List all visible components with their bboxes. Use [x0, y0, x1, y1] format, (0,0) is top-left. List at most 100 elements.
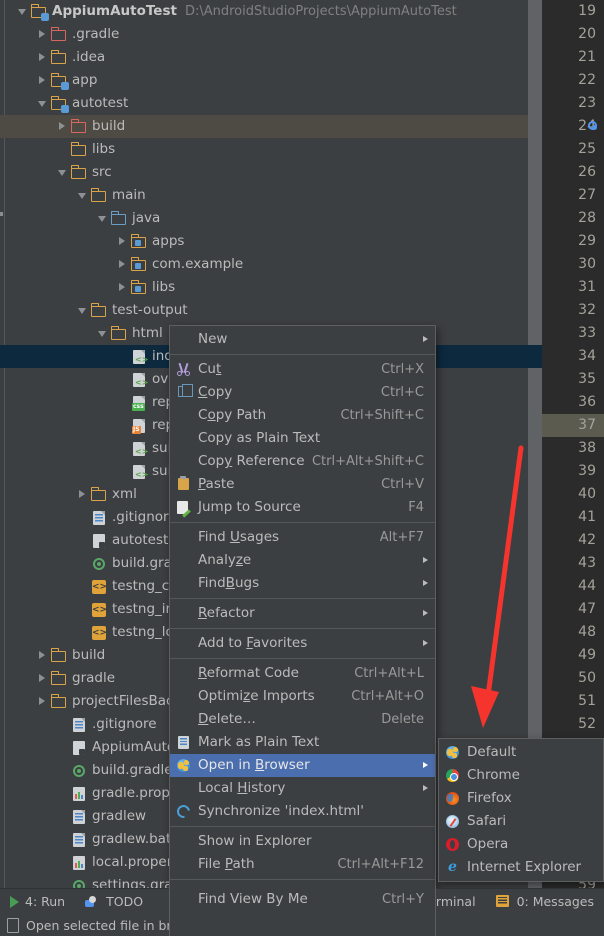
- chevron-down-icon[interactable]: [58, 168, 67, 177]
- menu-item-paste[interactable]: PasteCtrl+V: [170, 473, 435, 496]
- tree-item-autotest[interactable]: autotest: [0, 92, 528, 115]
- tree-root-row[interactable]: AppiumAutoTest D:\AndroidStudioProjects\…: [0, 0, 528, 23]
- tree-item-test-output[interactable]: test-output: [0, 299, 528, 322]
- folder-icon: [91, 487, 107, 503]
- menu-icon-placeholder: [175, 453, 192, 470]
- line-number: 37: [536, 414, 596, 437]
- text-file-icon: [71, 717, 87, 733]
- tree-item-label: apps: [152, 230, 184, 253]
- menu-item-file-path[interactable]: File PathCtrl+Alt+F12: [170, 853, 435, 876]
- menu-icon-placeholder: [175, 575, 192, 592]
- tree-item-java[interactable]: java: [0, 207, 528, 230]
- chevron-right-icon[interactable]: [78, 490, 87, 499]
- chevron-down-icon[interactable]: [38, 99, 47, 108]
- todo-icon: [85, 894, 100, 909]
- menu-item-reformat-code[interactable]: Reformat CodeCtrl+Alt+L: [170, 662, 435, 685]
- testng-file-icon: <>: [91, 579, 107, 595]
- line-number: 26: [536, 161, 596, 184]
- menu-item-find-view-by-me[interactable]: Find View By MeCtrl+Y: [170, 888, 435, 911]
- menu-item-new[interactable]: New: [170, 328, 435, 351]
- tree-spacer: [58, 812, 67, 821]
- menu-item-findbugs[interactable]: FindBugs: [170, 572, 435, 595]
- chevron-right-icon[interactable]: [118, 283, 127, 292]
- line-number: 36: [536, 391, 596, 414]
- chevron-right-icon[interactable]: [118, 260, 127, 269]
- html-file-icon: <>: [131, 441, 147, 457]
- tree-item-src[interactable]: src: [0, 161, 528, 184]
- menu-item-copy-as-plain-text[interactable]: Copy as Plain Text: [170, 427, 435, 450]
- chevron-right-icon[interactable]: [38, 697, 47, 706]
- folder-module-icon: [51, 96, 67, 112]
- tree-spacer: [78, 605, 87, 614]
- menu-separator: [170, 354, 435, 355]
- tree-item-app[interactable]: app: [0, 69, 528, 92]
- line-number: 52: [536, 713, 596, 736]
- html-file-icon: <>: [131, 372, 147, 388]
- menu-item-mark-as-plain-text[interactable]: Mark as Plain Text: [170, 731, 435, 754]
- tree-item-libs[interactable]: libs: [0, 276, 528, 299]
- todo-tool-button[interactable]: TODO: [75, 889, 153, 915]
- chevron-right-icon[interactable]: [38, 651, 47, 660]
- tree-item-main[interactable]: main: [0, 184, 528, 207]
- browser-item-chrome[interactable]: Chrome: [439, 764, 603, 787]
- run-tool-button[interactable]: 4: Run: [0, 889, 75, 915]
- line-number: 21: [536, 46, 596, 69]
- tree-item-build[interactable]: build: [0, 115, 528, 138]
- browser-item-default[interactable]: Default: [439, 741, 603, 764]
- tree-item-gradle[interactable]: .gradle: [0, 23, 528, 46]
- menu-icon-placeholder: [175, 780, 192, 797]
- menu-item-analyze[interactable]: Analyze: [170, 549, 435, 572]
- html-file-icon: <>: [131, 349, 147, 365]
- browser-item-safari[interactable]: Safari: [439, 810, 603, 833]
- menu-item-optimize-imports[interactable]: Optimize ImportsCtrl+Alt+O: [170, 685, 435, 708]
- browser-item-firefox[interactable]: Firefox: [439, 787, 603, 810]
- cut-icon: [175, 361, 192, 378]
- tree-item-libs[interactable]: libs: [0, 138, 528, 161]
- menu-item-synchronize-index-html[interactable]: Synchronize 'index.html': [170, 800, 435, 823]
- tree-item-com-example[interactable]: com.example: [0, 253, 528, 276]
- run-gutter-icon[interactable]: [588, 121, 599, 132]
- chevron-down-icon[interactable]: [98, 329, 107, 338]
- text-file-icon: [71, 832, 87, 848]
- open-in-browser-submenu[interactable]: DefaultChromeFirefoxSafariOperaeInternet…: [438, 738, 604, 882]
- chevron-right-icon[interactable]: [38, 30, 47, 39]
- messages-tool-button[interactable]: 0: Messages: [486, 889, 604, 915]
- menu-item-label: Copy: [198, 381, 381, 404]
- menu-item-jump-to-source[interactable]: Jump to SourceF4: [170, 496, 435, 519]
- chevron-right-icon[interactable]: [38, 76, 47, 85]
- chevron-right-icon[interactable]: [118, 237, 127, 246]
- tree-item-idea[interactable]: .idea: [0, 46, 528, 69]
- menu-item-show-in-explorer[interactable]: Show in Explorer: [170, 830, 435, 853]
- menu-item-refactor[interactable]: Refactor: [170, 602, 435, 625]
- line-number: 42: [536, 529, 596, 552]
- chevron-right-icon[interactable]: [58, 122, 67, 131]
- browser-item-opera[interactable]: Opera: [439, 833, 603, 856]
- tree-item-apps[interactable]: apps: [0, 230, 528, 253]
- menu-item-label: Open in Browser: [198, 754, 435, 777]
- context-menu-overflow-items[interactable]: Find View By MeCtrl+Y: [169, 888, 436, 936]
- menu-item-delete[interactable]: Delete…Delete: [170, 708, 435, 731]
- menu-item-copy[interactable]: CopyCtrl+C: [170, 381, 435, 404]
- chevron-right-icon[interactable]: [38, 53, 47, 62]
- menu-item-label: Cut: [198, 358, 381, 381]
- line-number: 51: [536, 690, 596, 713]
- tree-spacer: [118, 444, 127, 453]
- menu-item-copy-path[interactable]: Copy PathCtrl+Shift+C: [170, 404, 435, 427]
- browser-item-internet-explorer[interactable]: eInternet Explorer: [439, 856, 603, 879]
- chevron-down-icon[interactable]: [78, 306, 87, 315]
- menu-item-cut[interactable]: CutCtrl+X: [170, 358, 435, 381]
- tree-item-label: .idea: [72, 46, 105, 69]
- chevron-right-icon[interactable]: [38, 674, 47, 683]
- chevron-down-icon[interactable]: [78, 191, 87, 200]
- menu-item-shortcut: Delete: [381, 708, 435, 731]
- menu-item-local-history[interactable]: Local History: [170, 777, 435, 800]
- menu-item-open-in-browser[interactable]: Open in Browser: [170, 754, 435, 777]
- menu-item-copy-reference[interactable]: Copy ReferenceCtrl+Alt+Shift+C: [170, 450, 435, 473]
- menu-item-find-usages[interactable]: Find UsagesAlt+F7: [170, 526, 435, 549]
- line-number: 24: [536, 115, 596, 138]
- menu-item-add-to-favorites[interactable]: Add to Favorites: [170, 632, 435, 655]
- line-number: 43: [536, 552, 596, 575]
- chevron-down-icon[interactable]: [98, 214, 107, 223]
- context-menu[interactable]: New CutCtrl+XCopyCtrl+CCopy PathCtrl+Shif…: [169, 325, 436, 936]
- chevron-down-icon[interactable]: [18, 7, 27, 16]
